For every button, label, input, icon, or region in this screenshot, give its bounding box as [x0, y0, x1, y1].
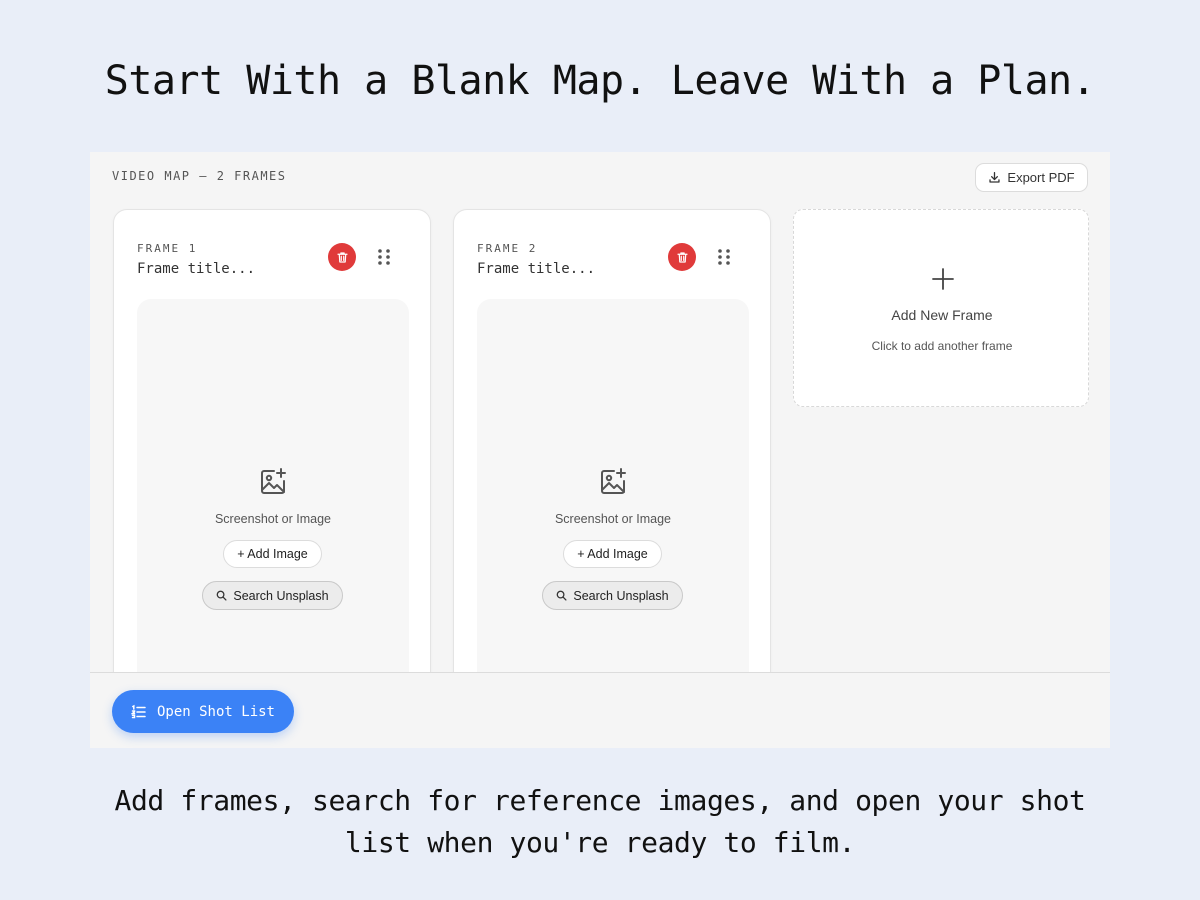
- image-prompt-text: Screenshot or Image: [214, 512, 332, 526]
- image-add-icon: [261, 468, 286, 494]
- open-shot-list-label: Open Shot List: [156, 703, 275, 720]
- add-frame-title: Add New Frame: [891, 307, 993, 323]
- search-unsplash-label: Search Unsplash: [573, 588, 669, 603]
- add-frame-subtitle: Click to add another frame: [871, 339, 1013, 353]
- image-prompt-text: Screenshot or Image: [554, 512, 672, 526]
- drag-handle-icon[interactable]: [717, 248, 731, 266]
- trash-icon: [336, 251, 348, 263]
- frame-label: FRAME 2: [477, 242, 538, 255]
- export-pdf-label: Export PDF: [1007, 170, 1075, 185]
- add-image-button[interactable]: + Add Image: [563, 540, 662, 568]
- add-image-button[interactable]: + Add Image: [223, 540, 322, 568]
- frame-title-input[interactable]: Frame title...: [137, 261, 255, 277]
- frame-card-2: FRAME 2 Frame title... Screenshot or Ima…: [453, 209, 771, 739]
- add-new-frame-card[interactable]: Add New Frame Click to add another frame: [793, 209, 1089, 407]
- delete-frame-button[interactable]: [668, 243, 696, 271]
- open-shot-list-button[interactable]: Open Shot List: [112, 690, 294, 733]
- image-add-icon: [601, 468, 626, 494]
- page-caption: Add frames, search for reference images,…: [114, 784, 1086, 859]
- frame-label: FRAME 1: [137, 242, 198, 255]
- page-headline: Start With a Blank Map. Leave With a Pla…: [104, 58, 1096, 104]
- export-pdf-button[interactable]: Export PDF: [975, 163, 1088, 192]
- search-icon: [557, 590, 567, 601]
- bottom-bar: Open Shot List: [90, 672, 1110, 748]
- video-map-panel: VIDEO MAP — 2 FRAMES Export PDF FRAME 1 …: [90, 152, 1110, 748]
- frame-card-1: FRAME 1 Frame title... Screenshot or Ima…: [113, 209, 431, 739]
- delete-frame-button[interactable]: [328, 243, 356, 271]
- search-icon: [217, 590, 227, 601]
- plus-icon: [932, 268, 954, 290]
- panel-header: VIDEO MAP — 2 FRAMES: [112, 169, 287, 183]
- download-icon: [989, 171, 1001, 183]
- trash-icon: [676, 251, 688, 263]
- search-unsplash-label: Search Unsplash: [233, 588, 329, 603]
- drag-handle-icon[interactable]: [377, 248, 391, 266]
- frame-title-input[interactable]: Frame title...: [477, 261, 595, 277]
- search-unsplash-button[interactable]: Search Unsplash: [542, 581, 683, 610]
- list-icon: [130, 704, 146, 718]
- search-unsplash-button[interactable]: Search Unsplash: [202, 581, 343, 610]
